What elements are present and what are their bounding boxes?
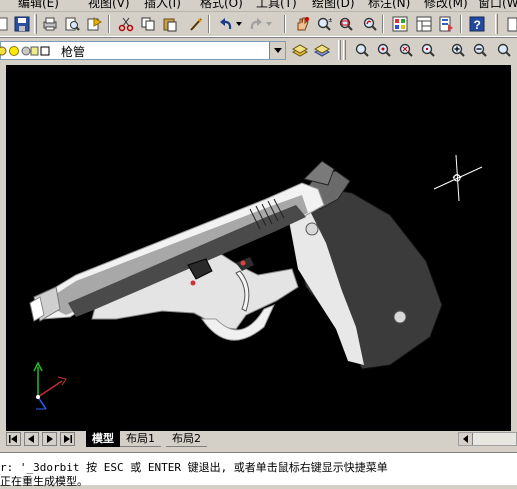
scroll-left-icon[interactable] [459,433,473,445]
tab-layout2[interactable]: 布局2 [166,431,207,447]
last-tab-icon[interactable] [60,432,75,446]
layout-tabs-bar: 模型 布局1 布局2 [0,431,517,448]
redo-dropdown-icon [264,14,274,34]
zoom-dynamic-icon[interactable] [374,40,394,60]
layer-manager-icon[interactable] [290,40,310,60]
pistol-3d-model [29,160,443,370]
print-icon[interactable] [40,14,60,34]
layer-dropdown[interactable]: 枪管 [0,41,286,60]
plot-preview-icon[interactable] [62,14,82,34]
orbit-cursor-icon [433,154,483,202]
menu-dimension[interactable]: 标注(N) [368,0,410,11]
menu-edit[interactable]: 编辑(E) [18,0,59,11]
zoom-in-icon[interactable] [448,40,468,60]
menu-modify[interactable]: 修改(M) [424,0,468,11]
menu-tools[interactable]: 工具(T) [256,0,297,11]
tab-model[interactable]: 模型 [86,431,120,447]
svg-text:±: ± [328,17,332,24]
toolbar-separator [284,15,286,33]
properties-icon[interactable] [390,14,410,34]
current-layer-name: 枪管 [61,45,86,59]
chevron-down-icon[interactable] [269,42,285,59]
toolbar-separator [343,40,346,60]
menu-window[interactable]: 窗口(W) [478,0,517,11]
new-icon[interactable] [0,14,12,34]
standard-toolbar: ± ? [0,12,517,37]
zoom-center-icon[interactable] [418,40,438,60]
menu-bar: 编辑(E) 视图(V) 插入(I) 格式(O) 工具(T) 绘图(D) 标注(N… [0,0,517,12]
layers-toolbar: 枪管 [0,37,517,64]
next-tab-icon[interactable] [42,432,57,446]
toolbar-separator [382,15,384,33]
pan-icon[interactable] [292,14,312,34]
menu-view[interactable]: 视图(V) [88,0,130,11]
first-tab-icon[interactable] [6,432,21,446]
zoom-window-icon[interactable] [336,14,356,34]
zoom-previous-icon[interactable] [360,14,380,34]
zoom-out-icon[interactable] [470,40,490,60]
toolbar-separator [495,14,498,34]
ucs-icon [33,361,67,410]
tab-layout1[interactable]: 布局1 [120,431,161,447]
undo-icon[interactable] [216,14,236,34]
horizontal-scrollbar[interactable] [458,432,517,446]
drawing-viewport[interactable] [6,65,511,431]
help-icon[interactable]: ? [467,14,487,34]
zoom-window-icon[interactable] [352,40,372,60]
design-center-icon[interactable] [414,14,434,34]
command-history-line: 正在重生成模型。 [0,475,88,488]
save-icon[interactable] [12,14,32,34]
toolbar-separator [34,14,37,34]
publish-icon[interactable] [84,14,104,34]
previous-tab-icon[interactable] [24,432,39,446]
toolbar-separator [108,15,110,33]
zoom-realtime-icon[interactable]: ± [314,14,334,34]
redo-icon [246,14,266,34]
layer-previous-icon[interactable] [312,40,332,60]
toolbar-separator [460,15,462,33]
zoom-all-icon[interactable] [494,40,514,60]
zoom-scale-icon[interactable] [396,40,416,60]
cut-icon[interactable] [116,14,136,34]
command-line[interactable]: r: '_3dorbit 按 ESC 或 ENTER 键退出, 或者单击鼠标右键… [0,452,517,488]
viewport-frame-right [511,65,517,431]
toolbar-overflow-icon[interactable] [500,14,517,34]
tool-palettes-icon[interactable] [436,14,456,34]
svg-text:?: ? [474,18,481,32]
menu-draw[interactable]: 绘图(D) [312,0,355,11]
layer-state-icons [0,46,50,56]
paste-icon[interactable] [160,14,180,34]
undo-dropdown-icon[interactable] [234,14,244,34]
menu-format[interactable]: 格式(O) [200,0,243,11]
menu-insert[interactable]: 插入(I) [144,0,181,11]
toolbar-separator [338,40,341,60]
toolbar-separator [208,15,210,33]
copy-icon[interactable] [138,14,158,34]
match-properties-icon[interactable] [186,14,206,34]
